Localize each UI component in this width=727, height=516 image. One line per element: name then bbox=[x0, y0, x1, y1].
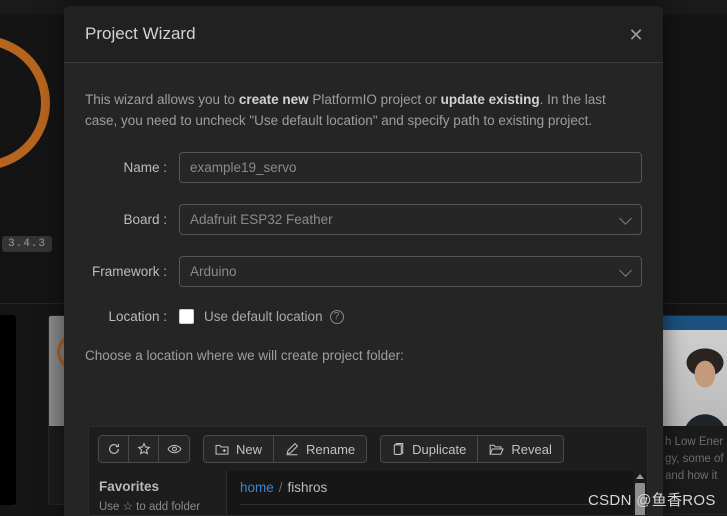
chevron-down-icon bbox=[619, 212, 632, 225]
breadcrumb: home / fishros bbox=[240, 480, 647, 495]
new-folder-button[interactable]: New bbox=[204, 436, 274, 462]
help-icon[interactable]: ? bbox=[330, 310, 344, 324]
breadcrumb-divider bbox=[240, 504, 627, 505]
watermark: CSDN @鱼香ROS bbox=[588, 489, 716, 510]
edit-button-group: New Rename bbox=[203, 435, 367, 463]
preview-button[interactable] bbox=[159, 436, 189, 462]
version-badge: 3.4.3 bbox=[2, 236, 52, 252]
dialog-header: Project Wizard ✕ bbox=[64, 6, 663, 63]
file-browser: New Rename bbox=[88, 426, 648, 516]
new-folder-label: New bbox=[236, 442, 262, 457]
board-select-value: Adafruit ESP32 Feather bbox=[190, 212, 333, 227]
board-row: Board : Adafruit ESP32 Feather bbox=[85, 204, 642, 235]
favorites-hint: Use ☆ to add folder bbox=[99, 499, 216, 513]
intro-bold-create-new: create new bbox=[239, 92, 309, 107]
eye-icon bbox=[167, 442, 182, 456]
project-wizard-dialog: Project Wizard ✕ This wizard allows you … bbox=[64, 6, 663, 516]
platformio-ring-logo bbox=[0, 36, 50, 170]
star-icon bbox=[137, 442, 151, 456]
reveal-button[interactable]: Reveal bbox=[478, 436, 562, 462]
dialog-body: This wizard allows you to create new Pla… bbox=[64, 63, 663, 363]
pencil-icon bbox=[285, 442, 299, 456]
location-row: Location : Use default location ? bbox=[85, 309, 642, 324]
card-avatar-photo bbox=[661, 330, 727, 426]
file-browser-toolbar: New Rename bbox=[89, 427, 647, 471]
framework-select[interactable]: Arduino bbox=[179, 256, 642, 287]
app-root: 3.4.3 h Low Ener gy, some of and how it … bbox=[0, 0, 727, 516]
rename-label: Rename bbox=[306, 442, 355, 457]
card-text: h Low Ener gy, some of and how it bbox=[661, 426, 727, 485]
card-text-line: and how it bbox=[665, 468, 727, 485]
name-row: Name : example19_servo bbox=[85, 152, 642, 183]
scroll-up-arrow-icon[interactable] bbox=[636, 474, 644, 479]
duplicate-button[interactable]: Duplicate bbox=[381, 436, 478, 462]
use-default-location-label: Use default location bbox=[204, 309, 323, 324]
choose-location-text: Choose a location where we will create p… bbox=[85, 348, 642, 363]
new-folder-icon bbox=[215, 443, 229, 456]
framework-row: Framework : Arduino bbox=[85, 256, 642, 287]
use-default-location-checkbox[interactable] bbox=[179, 309, 194, 324]
name-input[interactable]: example19_servo bbox=[179, 152, 642, 183]
favorite-button[interactable] bbox=[129, 436, 159, 462]
duplicate-icon bbox=[392, 442, 405, 456]
card-color-band bbox=[661, 316, 727, 330]
view-button-group bbox=[98, 435, 190, 463]
card-text-line: h Low Ener bbox=[665, 434, 727, 451]
duplicate-label: Duplicate bbox=[412, 442, 466, 457]
file-browser-panes: Favorites Use ☆ to add folder home / fishr… bbox=[89, 471, 647, 516]
breadcrumb-current[interactable]: fishros bbox=[288, 480, 328, 495]
board-label: Board : bbox=[85, 212, 179, 227]
card-text-line: gy, some of bbox=[665, 451, 727, 468]
favorites-hint-after: to add folder bbox=[133, 501, 200, 513]
dialog-title: Project Wizard bbox=[85, 24, 196, 44]
open-folder-icon bbox=[489, 443, 504, 456]
framework-label: Framework : bbox=[85, 264, 179, 279]
file-ops-button-group: Duplicate Reveal bbox=[380, 435, 564, 463]
intro-part-2: PlatformIO project or bbox=[309, 92, 441, 107]
favorites-title: Favorites bbox=[99, 479, 216, 494]
star-icon: ☆ bbox=[123, 501, 133, 513]
location-label: Location : bbox=[85, 309, 179, 324]
close-icon[interactable]: ✕ bbox=[625, 24, 647, 46]
framework-select-value: Arduino bbox=[190, 264, 237, 279]
background-card[interactable]: h Low Ener gy, some of and how it bbox=[660, 315, 727, 515]
favorites-pane[interactable]: Favorites Use ☆ to add folder bbox=[89, 471, 227, 516]
name-label: Name : bbox=[85, 160, 179, 175]
reveal-label: Reveal bbox=[511, 442, 551, 457]
intro-part-1: This wizard allows you to bbox=[85, 92, 239, 107]
breadcrumb-separator: / bbox=[279, 480, 283, 495]
rename-button[interactable]: Rename bbox=[274, 436, 366, 462]
dialog-intro-text: This wizard allows you to create new Pla… bbox=[85, 89, 630, 131]
background-card[interactable] bbox=[0, 315, 16, 505]
favorites-hint-before: Use bbox=[99, 501, 123, 513]
board-select[interactable]: Adafruit ESP32 Feather bbox=[179, 204, 642, 235]
file-list-pane[interactable]: home / fishros bbox=[227, 471, 647, 516]
intro-bold-update-existing: update existing bbox=[441, 92, 540, 107]
breadcrumb-root[interactable]: home bbox=[240, 480, 274, 495]
refresh-button[interactable] bbox=[99, 436, 129, 462]
chevron-down-icon bbox=[619, 264, 632, 277]
refresh-icon bbox=[107, 442, 121, 456]
